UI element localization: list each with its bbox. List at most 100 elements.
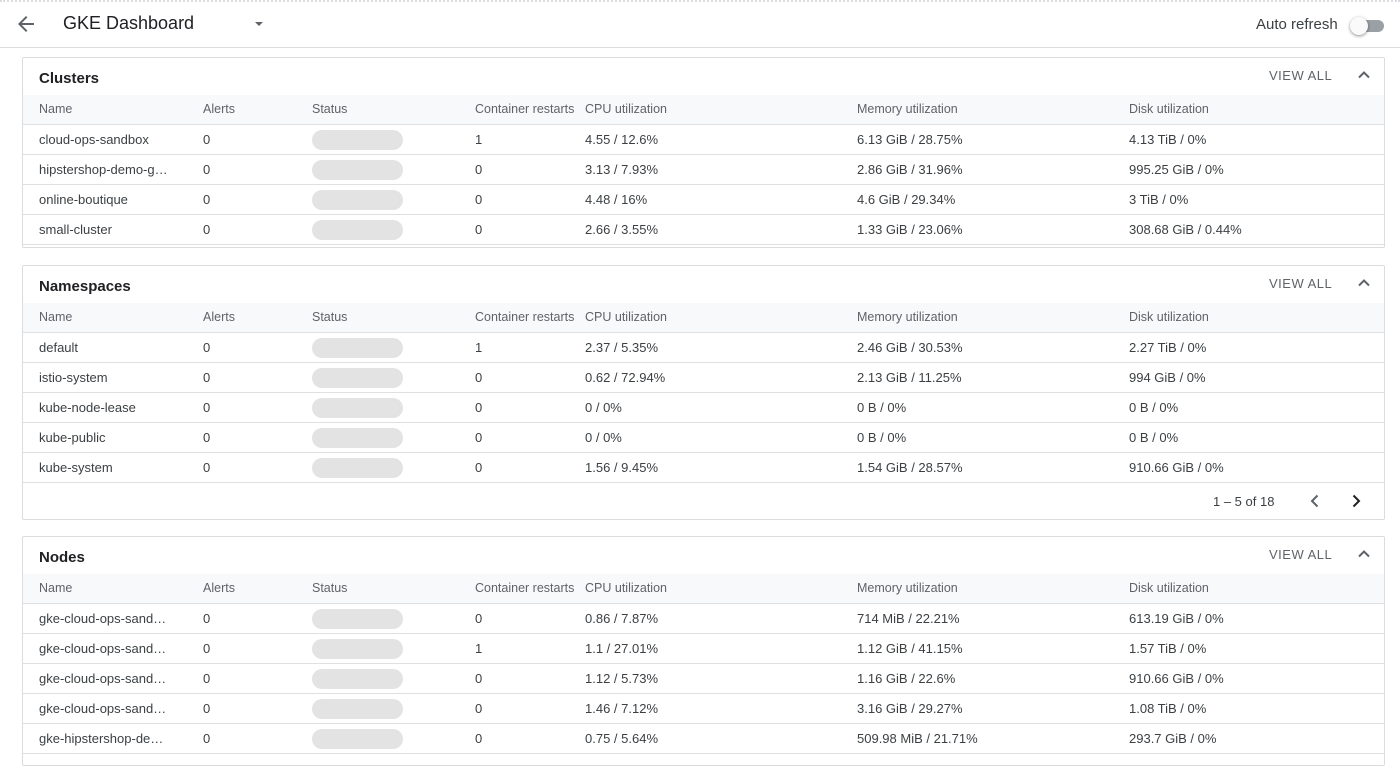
view-all-button[interactable]: VIEW ALL — [1269, 68, 1332, 83]
caret-down-icon[interactable] — [252, 14, 266, 34]
row-alerts: 0 — [203, 400, 211, 415]
col-restarts-header[interactable]: Container restarts — [475, 574, 574, 603]
row-restarts: 0 — [475, 701, 483, 716]
table-row[interactable]: hipstershop-demo-g… 0 0 3.13 / 7.93% 2.86 Gi… — [23, 155, 1384, 185]
table-row[interactable]: istio-system 0 0 0.62 / 72.94% 2.13 GiB / 11… — [23, 363, 1384, 393]
col-restarts-header[interactable]: Container restarts — [475, 303, 574, 332]
table-row[interactable]: online-boutique 0 0 4.48 / 16% 4.6 GiB / 29.… — [23, 185, 1384, 215]
row-cpu: 0 / 0% — [585, 430, 622, 445]
chevron-up-icon[interactable] — [1356, 275, 1372, 291]
table-row[interactable]: gke-cloud-ops-sand… 0 1 1.1 / 27.01% 1.12 Gi… — [23, 634, 1384, 664]
pagination-range: 1 – 5 of 18 — [1213, 494, 1275, 509]
col-name-header[interactable]: Name — [39, 95, 189, 124]
row-restarts: 0 — [475, 370, 483, 385]
col-name-header[interactable]: Name — [39, 574, 189, 603]
table-row[interactable]: gke-cloud-ops-sand… 0 0 1.12 / 5.73% 1.16 Gi… — [23, 664, 1384, 694]
table-row[interactable]: kube-system 0 0 1.56 / 9.45% 1.54 GiB / 28.5… — [23, 453, 1384, 483]
row-name[interactable]: small-cluster — [39, 215, 189, 245]
row-name[interactable]: kube-node-lease — [39, 393, 189, 423]
status-indicator — [312, 609, 403, 629]
col-status-header[interactable]: Status — [312, 95, 347, 124]
table-row[interactable]: cloud-ops-sandbox 0 1 4.55 / 12.6% 6.13 GiB … — [23, 125, 1384, 155]
row-cpu: 1.1 / 27.01% — [585, 641, 658, 656]
row-disk: 910.66 GiB / 0% — [1129, 460, 1224, 475]
col-memory-header[interactable]: Memory utilization — [857, 95, 958, 124]
pagination: 1 – 5 of 18 — [23, 484, 1384, 519]
row-memory: 1.12 GiB / 41.15% — [857, 641, 963, 656]
col-cpu-header[interactable]: CPU utilization — [585, 303, 667, 332]
row-disk: 2.27 TiB / 0% — [1129, 340, 1207, 355]
row-memory: 4.6 GiB / 29.34% — [857, 192, 956, 207]
row-alerts: 0 — [203, 132, 211, 147]
col-status-header[interactable]: Status — [312, 574, 347, 603]
row-name[interactable]: gke-cloud-ops-sand… — [39, 634, 189, 664]
row-name[interactable]: gke-cloud-ops-sand… — [39, 694, 189, 724]
row-restarts: 0 — [475, 222, 483, 237]
row-name[interactable]: cloud-ops-sandbox — [39, 125, 189, 155]
status-indicator — [312, 190, 403, 210]
col-disk-header[interactable]: Disk utilization — [1129, 303, 1209, 332]
arrow-back-icon[interactable] — [14, 12, 38, 36]
table-row[interactable]: kube-public 0 0 0 / 0% 0 B / 0% 0 B / 0% — [23, 423, 1384, 453]
row-alerts: 0 — [203, 641, 211, 656]
table-row[interactable]: gke-cloud-ops-sand… 0 0 1.46 / 7.12% 3.16 Gi… — [23, 694, 1384, 724]
status-indicator — [312, 220, 403, 240]
status-indicator — [312, 428, 403, 448]
row-alerts: 0 — [203, 370, 211, 385]
row-name[interactable]: istio-system — [39, 363, 189, 393]
row-memory: 1.33 GiB / 23.06% — [857, 222, 963, 237]
top-bar: GKE Dashboard Auto refresh — [0, 0, 1400, 48]
view-all-button[interactable]: VIEW ALL — [1269, 547, 1332, 562]
row-alerts: 0 — [203, 192, 211, 207]
row-name[interactable]: kube-public — [39, 423, 189, 453]
row-name[interactable]: default — [39, 333, 189, 363]
table-row[interactable]: small-cluster 0 0 2.66 / 3.55% 1.33 GiB / 23… — [23, 215, 1384, 245]
col-alerts-header[interactable]: Alerts — [203, 303, 235, 332]
row-cpu: 0.75 / 5.64% — [585, 731, 658, 746]
chevron-left-icon[interactable] — [1306, 492, 1324, 510]
view-all-button[interactable]: VIEW ALL — [1269, 276, 1332, 291]
row-disk: 0 B / 0% — [1129, 400, 1179, 415]
row-cpu: 1.46 / 7.12% — [585, 701, 658, 716]
col-alerts-header[interactable]: Alerts — [203, 574, 235, 603]
row-memory: 3.16 GiB / 29.27% — [857, 701, 963, 716]
row-cpu: 2.37 / 5.35% — [585, 340, 658, 355]
status-indicator — [312, 699, 403, 719]
chevron-up-icon[interactable] — [1356, 546, 1372, 562]
row-name[interactable]: kube-system — [39, 453, 189, 483]
col-status-header[interactable]: Status — [312, 303, 347, 332]
col-cpu-header[interactable]: CPU utilization — [585, 574, 667, 603]
status-indicator — [312, 338, 403, 358]
col-disk-header[interactable]: Disk utilization — [1129, 574, 1209, 603]
row-cpu: 0.86 / 7.87% — [585, 611, 658, 626]
status-indicator — [312, 729, 403, 749]
auto-refresh-toggle[interactable] — [1350, 16, 1386, 36]
row-name[interactable]: online-boutique — [39, 185, 189, 215]
col-restarts-header[interactable]: Container restarts — [475, 95, 574, 124]
row-name[interactable]: gke-hipstershop-de… — [39, 724, 189, 754]
row-name[interactable]: hipstershop-demo-g… — [39, 155, 189, 185]
row-memory: 0 B / 0% — [857, 400, 907, 415]
chevron-up-icon[interactable] — [1356, 67, 1372, 83]
col-cpu-header[interactable]: CPU utilization — [585, 95, 667, 124]
col-disk-header[interactable]: Disk utilization — [1129, 95, 1209, 124]
table-row[interactable]: gke-cloud-ops-sand… 0 0 0.86 / 7.87% 714 MiB… — [23, 604, 1384, 634]
status-indicator — [312, 458, 403, 478]
row-restarts: 0 — [475, 430, 483, 445]
col-alerts-header[interactable]: Alerts — [203, 95, 235, 124]
row-alerts: 0 — [203, 731, 211, 746]
col-memory-header[interactable]: Memory utilization — [857, 574, 958, 603]
table-row[interactable]: gke-hipstershop-de… 0 0 0.75 / 5.64% 509.98 … — [23, 724, 1384, 754]
card-title: Clusters — [39, 70, 100, 87]
table-row[interactable]: kube-node-lease 0 0 0 / 0% 0 B / 0% 0 B / 0% — [23, 393, 1384, 423]
namespaces-card: Namespaces VIEW ALL Name Alerts Status Cont… — [22, 265, 1385, 520]
chevron-right-icon[interactable] — [1347, 492, 1365, 510]
row-disk: 4.13 TiB / 0% — [1129, 132, 1207, 147]
col-memory-header[interactable]: Memory utilization — [857, 303, 958, 332]
row-name[interactable]: gke-cloud-ops-sand… — [39, 664, 189, 694]
col-name-header[interactable]: Name — [39, 303, 189, 332]
row-memory: 1.16 GiB / 22.6% — [857, 671, 956, 686]
row-name[interactable]: gke-cloud-ops-sand… — [39, 604, 189, 634]
table-row[interactable]: default 0 1 2.37 / 5.35% 2.46 GiB / 30.53% 2.… — [23, 333, 1384, 363]
status-indicator — [312, 669, 403, 689]
